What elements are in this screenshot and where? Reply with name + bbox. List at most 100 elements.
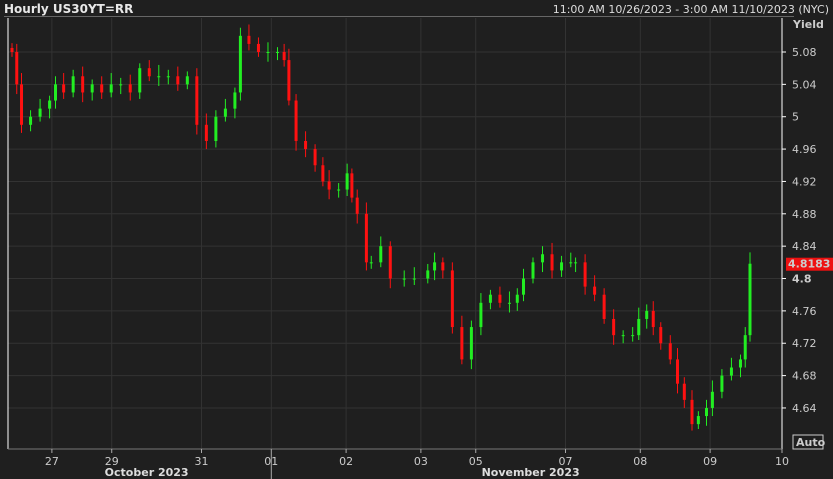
candle-body xyxy=(287,60,291,101)
candle-body xyxy=(119,84,123,86)
x-tick-label: 10 xyxy=(775,455,789,468)
y-tick-label: 4.92 xyxy=(792,175,817,188)
candle-body xyxy=(238,35,242,93)
auto-scale-label[interactable]: Auto xyxy=(796,436,826,449)
candle-body xyxy=(426,270,430,279)
y-tick-label: 5.08 xyxy=(792,46,817,59)
candle-body xyxy=(560,262,564,271)
x-tick-label: 03 xyxy=(414,455,428,468)
candle-body xyxy=(402,278,406,280)
candle-body xyxy=(521,278,525,295)
candle-body xyxy=(412,278,416,280)
last-price-value: 4.8183 xyxy=(788,258,830,271)
plot-border xyxy=(8,18,782,449)
candle-body xyxy=(469,327,473,360)
candle-body xyxy=(233,92,237,109)
candle-body xyxy=(138,68,142,93)
grid xyxy=(8,18,783,449)
candle-body xyxy=(743,335,747,360)
candle-body xyxy=(748,263,752,336)
candle-body xyxy=(612,318,616,336)
candle-body xyxy=(682,383,686,400)
x-tick-label: 31 xyxy=(194,455,208,468)
candle-body xyxy=(659,327,663,344)
candle-body xyxy=(433,262,437,271)
candlestick-chart[interactable]: Yield 5.08 5.04 5 4.96 4.92 4.88 4.84 4.8 4.76 4.… xyxy=(0,0,833,479)
candle-body xyxy=(223,108,227,117)
candle-body xyxy=(29,116,33,125)
candle-body xyxy=(720,375,724,392)
candle-body xyxy=(355,197,359,214)
y-tick-label: 4.84 xyxy=(792,240,817,253)
candle-body xyxy=(602,294,606,319)
candle-body xyxy=(204,124,208,141)
candle-body xyxy=(350,173,354,198)
candle-body xyxy=(62,84,66,93)
candle-body xyxy=(345,173,349,190)
candle-body xyxy=(321,165,325,182)
month-label: October 2023 xyxy=(105,466,189,479)
candle-body xyxy=(81,76,85,93)
candle-body xyxy=(71,76,75,93)
candle-body xyxy=(498,294,502,303)
candle-body xyxy=(645,310,649,319)
candle-body xyxy=(185,76,189,85)
y-tick-label: 4.8 xyxy=(792,273,812,286)
y-tick-label: 4.64 xyxy=(792,402,817,415)
candle-body xyxy=(574,262,578,264)
candle-body xyxy=(90,84,94,93)
x-tick-label: 09 xyxy=(703,455,717,468)
candle-body xyxy=(637,318,641,336)
candle-body xyxy=(157,76,161,78)
candle-body xyxy=(54,84,58,101)
candle-body xyxy=(388,246,392,279)
candle-body xyxy=(738,359,742,368)
y-tick-label: 5.04 xyxy=(792,78,817,91)
candle-body xyxy=(100,84,104,93)
candle-body xyxy=(294,100,298,141)
candle-body xyxy=(479,302,483,328)
y-tick-label: 4.88 xyxy=(792,208,817,221)
candle-body xyxy=(304,140,308,150)
candle-body xyxy=(147,68,151,77)
candle-body xyxy=(541,254,545,263)
candle-body xyxy=(550,254,554,271)
candle-body xyxy=(327,181,331,190)
candle-body xyxy=(256,43,260,52)
y-tick-label: 4.72 xyxy=(792,337,817,350)
candle-body xyxy=(593,286,597,295)
candle-body xyxy=(10,47,14,52)
candle-body xyxy=(631,335,635,337)
candle-body xyxy=(690,399,694,425)
candle-body xyxy=(651,310,655,328)
y-tick-label: 5 xyxy=(792,111,799,124)
candle-body xyxy=(48,100,52,109)
candle-body xyxy=(583,262,587,287)
candle-body xyxy=(450,270,454,328)
candle-body xyxy=(266,52,270,53)
candle-body xyxy=(488,294,492,303)
candle-body xyxy=(729,367,733,376)
candle-body xyxy=(195,76,199,125)
candle-body xyxy=(128,84,132,93)
candle-body xyxy=(247,35,251,44)
y-tick-label: 4.96 xyxy=(792,143,817,156)
candle-body xyxy=(282,52,286,61)
candle-body xyxy=(369,262,373,264)
y-tick-label: 4.76 xyxy=(792,305,817,318)
x-tick-label: 02 xyxy=(339,455,353,468)
candle-body xyxy=(569,262,573,264)
candle-body xyxy=(460,327,464,360)
candle-body xyxy=(507,302,511,304)
y-tick-label: 4.68 xyxy=(792,370,817,383)
candle-body xyxy=(313,149,317,166)
candle-body xyxy=(668,343,672,360)
y-axis-label: Yield xyxy=(792,18,824,31)
candle-body xyxy=(621,335,625,337)
candle-body xyxy=(166,76,170,78)
month-label: November 2023 xyxy=(482,466,580,479)
x-tick-label: 27 xyxy=(45,455,59,468)
candle-body xyxy=(20,84,24,125)
candle-body xyxy=(15,52,19,85)
candle-body xyxy=(696,416,700,425)
